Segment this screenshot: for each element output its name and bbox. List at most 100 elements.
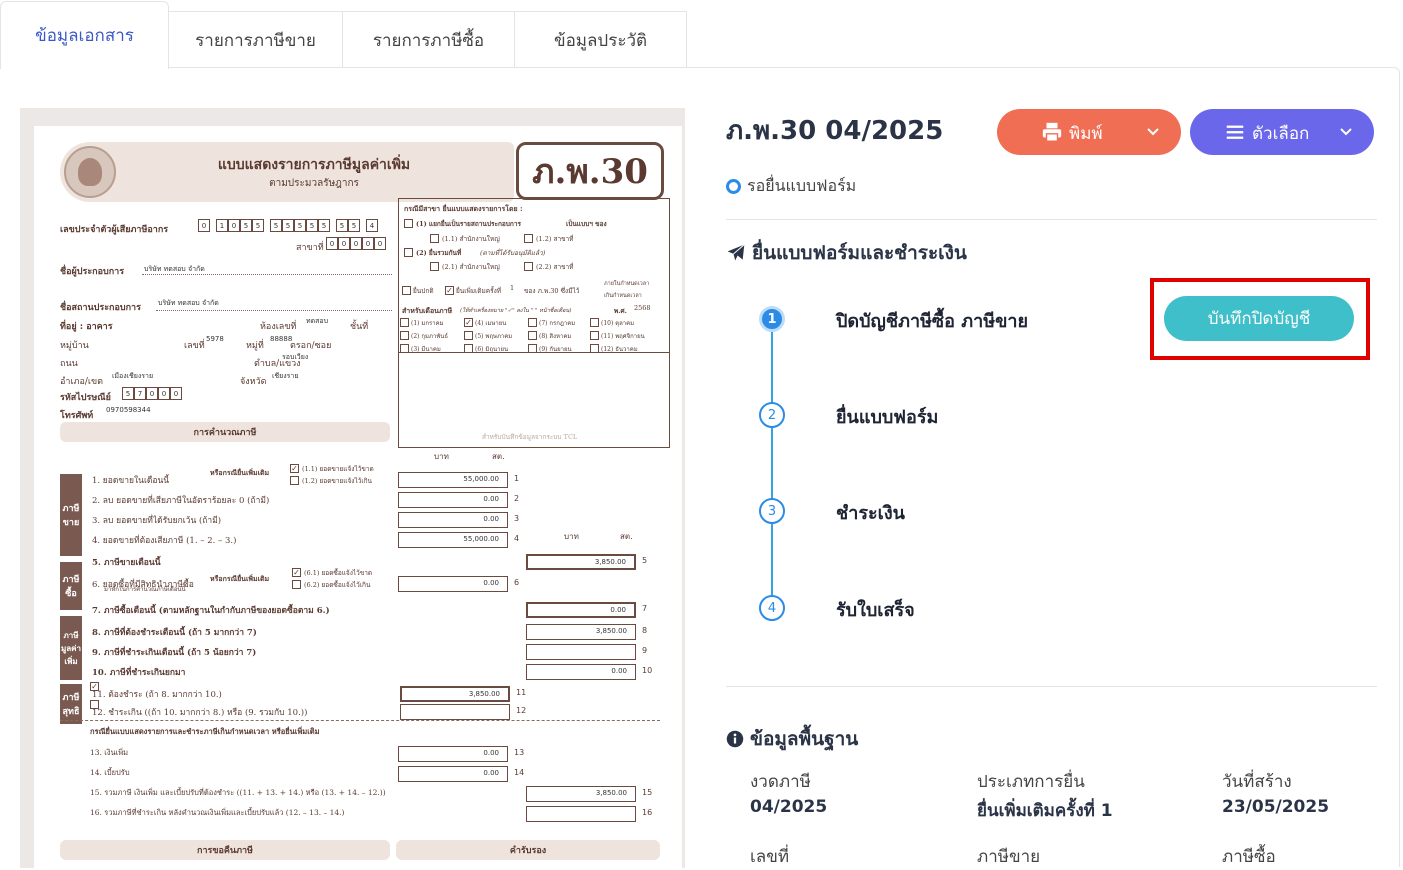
created-date-value: 23/05/2025 <box>1222 797 1330 817</box>
step-2-label: ยื่นแบบฟอร์ม <box>836 407 939 428</box>
calc-row-value <box>526 806 636 822</box>
calc-row-number: 2 <box>514 494 520 503</box>
digit-box: 5 <box>122 387 134 400</box>
digit-box: 4 <box>366 219 378 232</box>
village-label: หมู่บ้าน <box>60 341 89 351</box>
tab-label: รายการภาษีซื้อ <box>372 30 485 51</box>
calc-row-number: 16 <box>642 808 653 817</box>
road-label: ถนน <box>60 359 78 369</box>
digit-box: 0 <box>362 237 374 250</box>
place-value: บริษัท ทดสอบ จำกัด <box>158 299 219 307</box>
calc-row-value: 0.00 <box>398 512 508 528</box>
col-baht: บาท <box>434 452 449 461</box>
calc-row-value: 0.00 <box>526 602 636 618</box>
tab-history[interactable]: ข้อมูลประวัติ <box>514 11 687 68</box>
opt21: (2.1) สำนักงานใหญ่ <box>442 263 500 271</box>
tab-sales-tax[interactable]: รายการภาษีขาย <box>168 11 343 68</box>
calc-row-label: 13. เงินเพิ่ม <box>90 748 129 757</box>
room-value: ทดสอบ <box>306 317 329 325</box>
late-case: กรณียื่นแบบแสดงรายการและชำระภาษีเกินกำหน… <box>90 727 320 736</box>
opt2-checkbox[interactable] <box>404 248 413 257</box>
options-label: ตัวเลือก <box>1252 124 1310 144</box>
month-checkbox[interactable] <box>590 331 599 340</box>
step-3-indicator: 3 <box>759 498 785 524</box>
basic-info-title: ข้อมูลพื้นฐาน <box>750 728 859 750</box>
pp30-form: แบบแสดงรายการภาษีมูลค่าเพิ่ม ตามประมวลรั… <box>34 126 682 868</box>
month-label: (11) พฤศจิกายน <box>601 333 645 340</box>
digit-box: 0 <box>350 237 362 250</box>
sub61-checkbox[interactable]: ✓ <box>292 568 301 577</box>
sub62-checkbox[interactable] <box>292 580 301 589</box>
year-value: 2568 <box>634 304 651 312</box>
calc-row-value: 55,000.00 <box>398 472 508 488</box>
alley-label: ตรอก/ซอย <box>290 341 332 351</box>
digit-box: 5 <box>348 219 360 232</box>
calc-row-label: 4. ยอดขายที่ต้องเสียภาษี (1. – 2. – 3.) <box>92 536 237 546</box>
calc-row-number: 10 <box>642 666 653 675</box>
month-checkbox[interactable] <box>400 331 409 340</box>
opt12: (1.2) สาขาที่ <box>536 235 574 243</box>
month-checkbox[interactable] <box>590 318 599 327</box>
month-checkbox[interactable] <box>528 318 537 327</box>
paper-plane-icon <box>727 244 745 261</box>
digit-box: 0 <box>228 219 240 232</box>
month-label: (1) มกราคม <box>411 320 444 327</box>
submit-section-title: ยื่นแบบฟอร์มและชำระเงิน <box>752 242 967 264</box>
of-form: ของ ภ.พ.30 ซึ่งมีไว้ <box>524 287 580 295</box>
month-checkbox[interactable] <box>400 318 409 327</box>
digit-box: 5 <box>252 219 264 232</box>
digit-box: 0 <box>326 237 338 250</box>
district-value: เมืองเชียงราย <box>112 372 154 380</box>
calc-row-number: 1 <box>514 474 520 483</box>
month-checkbox[interactable] <box>464 331 473 340</box>
stepper-line <box>771 320 773 608</box>
calc-row-label: 9. ภาษีที่ชำระเกินเดือนนี้ (ถ้า 5 น้อยกว… <box>92 648 257 658</box>
calc-row-label: 6. ยอดซื้อที่มีสิทธินำภาษีซื้อ <box>92 580 194 590</box>
status-badge: รอยื่นแบบฟอร์ม <box>726 174 856 199</box>
opt1-checkbox[interactable] <box>404 219 413 228</box>
options-button[interactable]: ตัวเลือก <box>1190 109 1374 155</box>
divider <box>726 219 1377 220</box>
calc-row-number: 12 <box>516 706 527 715</box>
opt22-checkbox[interactable] <box>524 262 533 271</box>
side-vat: ภาษีมูลค่าเพิ่ม <box>60 616 82 680</box>
digit-box: 5 <box>294 219 306 232</box>
digit-box: 0 <box>170 387 182 400</box>
calc-row-number: 14 <box>514 768 525 777</box>
additional-checkbox[interactable]: ✓ <box>445 286 454 295</box>
subdistrict-value: รอบเวียง <box>282 353 309 361</box>
additional-label: ยื่นเพิ่มเติมครั้งที่ <box>456 287 502 295</box>
calc-row-label: 10. ภาษีที่ชำระเกินยกมา <box>92 668 186 678</box>
page-title: ภ.พ.30 04/2025 <box>726 116 944 146</box>
opt21-checkbox[interactable] <box>430 262 439 271</box>
additional-no: 1 <box>510 284 515 292</box>
month-checkbox[interactable]: ✓ <box>464 318 473 327</box>
month-checkbox[interactable] <box>528 331 537 340</box>
opt1b: เป็นแบบฯ ของ <box>566 220 607 228</box>
filing-type-label: ประเภทการยื่น <box>977 772 1085 792</box>
normal-checkbox[interactable] <box>402 286 411 295</box>
calc-row-number: 13 <box>514 748 525 757</box>
calc-row-label: 1. ยอดขายในเดือนนี้ <box>92 476 170 486</box>
col-baht-2: บาท <box>564 532 579 541</box>
period-label: งวดภาษี <box>750 772 811 792</box>
tab-document-info[interactable]: ข้อมูลเอกสาร <box>0 1 169 69</box>
print-button[interactable]: พิมพ์ <box>997 109 1181 155</box>
form-code: ภ.พ.30 <box>516 142 664 200</box>
calc-bar: การคำนวณภาษี <box>60 422 390 442</box>
digit-box: 5 <box>240 219 252 232</box>
tab-purchase-tax[interactable]: รายการภาษีซื้อ <box>342 11 515 68</box>
sub12-checkbox[interactable] <box>290 476 299 485</box>
document-preview[interactable]: แบบแสดงรายการภาษีมูลค่าเพิ่ม ตามประมวลรั… <box>20 108 685 868</box>
calc-row-label: 2. ลบ ยอดขายที่เสียภาษีในอัตราร้อยละ 0 (… <box>92 496 270 506</box>
period-value: 04/2025 <box>750 797 828 817</box>
tab-label: ข้อมูลเอกสาร <box>35 26 134 46</box>
printer-icon <box>1042 122 1062 142</box>
operator-value: บริษัท ทดสอบ จำกัด <box>144 265 205 273</box>
sub11-checkbox[interactable]: ✓ <box>290 464 299 473</box>
opt12-checkbox[interactable] <box>524 234 533 243</box>
step-4-indicator: 4 <box>759 595 785 621</box>
opt11-checkbox[interactable] <box>430 234 439 243</box>
save-close-accounts-button[interactable]: บันทึกปิดบัญชี <box>1164 296 1354 341</box>
calc-row-value: 0.00 <box>398 576 508 592</box>
